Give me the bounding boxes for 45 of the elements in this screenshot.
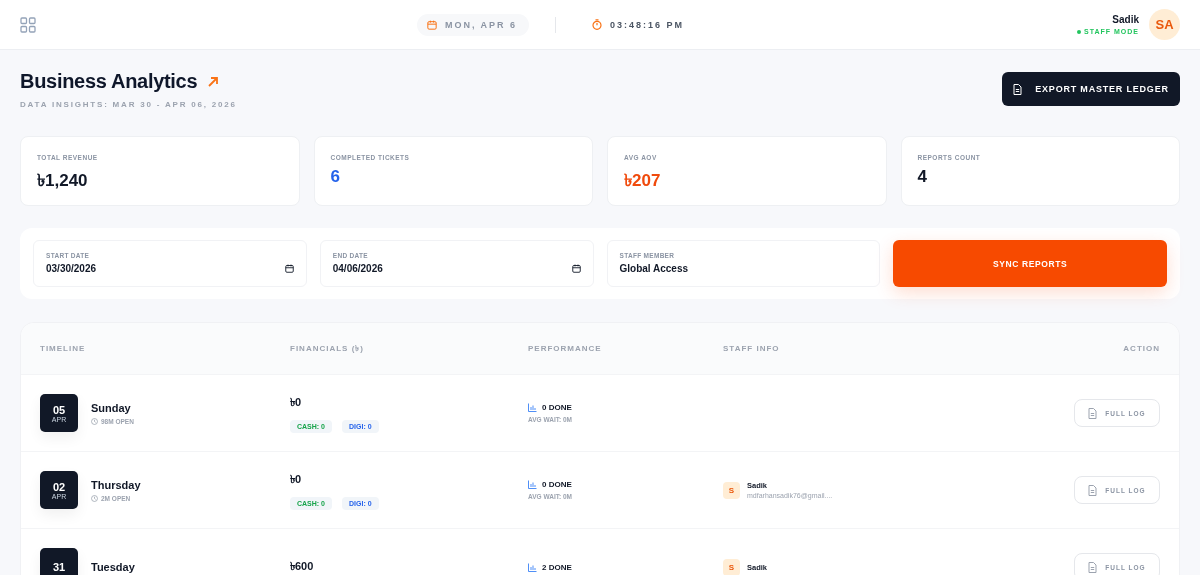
document-icon xyxy=(1013,83,1023,95)
current-time: 03:48:16 PM xyxy=(610,19,685,30)
done-count: 2 DONE xyxy=(542,562,572,572)
calendar-icon xyxy=(571,264,581,273)
column-header: PERFORMANCE xyxy=(528,344,603,353)
stat-value: 4 xyxy=(917,167,928,187)
weekday: Sunday xyxy=(91,401,131,414)
export-button[interactable]: EXPORT MASTER LEDGER xyxy=(1002,72,1180,106)
bar-chart-icon xyxy=(528,403,537,412)
column-header: FINANCIALS (৳) xyxy=(290,343,365,355)
bar-chart-icon xyxy=(528,480,537,489)
amount: ৳0 xyxy=(290,471,302,487)
weekday: Thursday xyxy=(91,478,141,491)
stat-value: 6 xyxy=(330,167,341,187)
stat-value: ৳207 xyxy=(624,170,662,192)
stat-value: ৳1,240 xyxy=(37,170,89,192)
done-count: 0 DONE xyxy=(542,403,572,412)
column-header: TIMELINE xyxy=(40,344,87,353)
document-icon xyxy=(1088,561,1098,573)
date-input[interactable]: 03/30/2026 xyxy=(46,263,146,274)
staff-avatar: S xyxy=(723,558,740,575)
calendar-icon xyxy=(426,19,437,30)
current-date: MON, APR 6 xyxy=(444,19,518,30)
page-subtitle: DATA INSIGHTS: MAR 30 - APR 06, 2026 xyxy=(20,100,237,109)
grid-icon xyxy=(20,16,36,33)
page-title: Business Analytics xyxy=(20,70,198,93)
weekday: Tuesday xyxy=(91,561,135,573)
arrow-up-right-icon xyxy=(207,75,220,88)
clock-icon xyxy=(91,417,98,425)
amount: ৳0 xyxy=(290,394,302,410)
amount: ৳600 xyxy=(290,558,314,574)
bar-chart-icon xyxy=(528,562,537,572)
column-header: ACTION xyxy=(1122,344,1160,353)
sync-button[interactable]: SYNC REPORTS xyxy=(893,240,1167,287)
document-icon xyxy=(1088,484,1098,496)
calendar-icon xyxy=(284,264,294,273)
staff-avatar: S xyxy=(723,481,740,499)
column-header: STAFF INFO xyxy=(723,344,781,353)
date-badge: 31 xyxy=(40,548,78,575)
document-icon xyxy=(1088,407,1098,419)
date-input[interactable]: 04/06/2026 xyxy=(332,263,433,274)
clock-icon xyxy=(91,494,98,502)
user-name: Sadik xyxy=(1112,14,1139,25)
stopwatch-icon xyxy=(592,19,603,30)
done-count: 0 DONE xyxy=(542,480,572,489)
